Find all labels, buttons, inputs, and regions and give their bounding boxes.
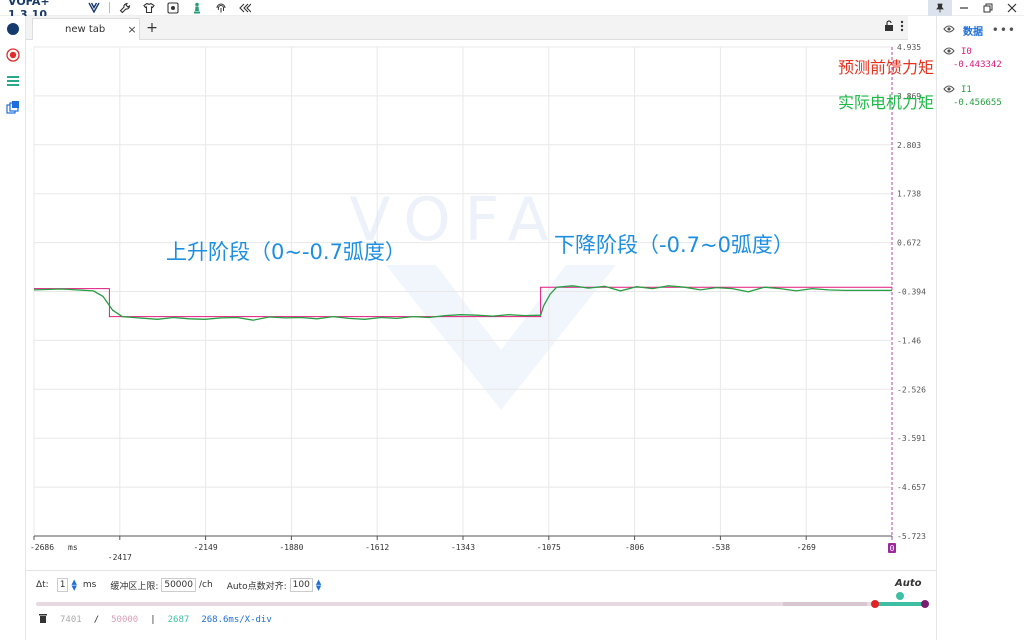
y-tick-label: -1.46 bbox=[897, 336, 921, 345]
menu-icon[interactable] bbox=[0, 68, 26, 94]
chess-pawn-icon[interactable] bbox=[190, 1, 204, 15]
x-tick-label: -1075 bbox=[537, 543, 561, 552]
fingerprint-icon[interactable] bbox=[214, 1, 228, 15]
annotation-actual: 实际电机力矩 bbox=[838, 93, 934, 112]
close-icon[interactable] bbox=[1000, 0, 1024, 16]
tab-close-icon[interactable]: × bbox=[125, 23, 139, 36]
timeline-range bbox=[874, 602, 926, 606]
stat-sep: | bbox=[150, 615, 156, 625]
timeline-window bbox=[783, 602, 867, 606]
add-tab-button[interactable]: + bbox=[144, 18, 160, 38]
timeline-end-handle[interactable] bbox=[921, 600, 929, 608]
y-tick-label: 1.738 bbox=[897, 190, 921, 199]
layers-icon[interactable] bbox=[0, 94, 26, 120]
y-tick-label: 2.803 bbox=[897, 141, 921, 150]
data-panel: 数据 ••• I0 -0.443342 I1 -0.456655 bbox=[936, 16, 1024, 640]
x-tick-label: -1343 bbox=[451, 543, 475, 552]
record-icon[interactable] bbox=[0, 42, 26, 68]
y-tick-label: -2.526 bbox=[897, 385, 926, 394]
y-tick-label: 4.935 bbox=[897, 43, 921, 52]
auto-align-input[interactable]: 100 bbox=[289, 578, 313, 592]
x-tick-label: -1612 bbox=[365, 543, 389, 552]
data-panel-header: 数据 ••• bbox=[937, 16, 1024, 44]
chevrons-left-icon[interactable] bbox=[238, 1, 252, 15]
waveform-chart[interactable]: VOFA4.9353.8692.8031.7380.672-0.394-1.46… bbox=[26, 40, 936, 570]
x-tick-label: -538 bbox=[711, 543, 730, 552]
data-panel-title: 数据 bbox=[963, 26, 983, 38]
connection-dot-icon[interactable] bbox=[0, 16, 26, 42]
stat-count: 7401 bbox=[60, 615, 82, 625]
x-tick-label: -806 bbox=[625, 543, 644, 552]
stat-div: 268.6ms/X-div bbox=[201, 615, 272, 625]
title-bar: VOFA+ 1.3.10 bbox=[0, 0, 1024, 21]
more-vertical-icon[interactable] bbox=[900, 20, 904, 35]
y-tick-label: -5.723 bbox=[897, 532, 926, 541]
dt-unit: ms bbox=[82, 580, 97, 590]
annotation-feedforward: 预测前馈力矩 bbox=[838, 58, 934, 77]
x-tick-label: 0 bbox=[890, 544, 895, 553]
vofa-logo-icon[interactable] bbox=[87, 1, 101, 15]
x-tick-label: -2686 bbox=[30, 543, 54, 552]
channel-name: I1 bbox=[961, 85, 972, 95]
timeline-start-handle[interactable] bbox=[871, 600, 879, 608]
auto-align-stepper-icon[interactable]: ▲ ▼ bbox=[316, 579, 321, 592]
tab-bar: new tab × + bbox=[26, 16, 908, 40]
channel-item[interactable]: I0 -0.443342 bbox=[937, 44, 1024, 82]
auto-toggle[interactable]: Auto bbox=[895, 578, 922, 589]
unlock-icon[interactable] bbox=[884, 20, 894, 35]
annotation-rise: 上升阶段（0~-0.7弧度） bbox=[166, 240, 406, 264]
y-tick-label: 0.672 bbox=[897, 239, 921, 248]
stat-view: 2687 bbox=[167, 615, 190, 625]
x-unit-label: ms bbox=[68, 543, 78, 552]
capture-icon[interactable] bbox=[166, 1, 180, 15]
tab-actions bbox=[884, 20, 904, 35]
restore-icon[interactable] bbox=[976, 0, 1000, 16]
left-sidebar bbox=[0, 16, 26, 640]
tab-label: new tab bbox=[65, 24, 106, 35]
stat-sep: / bbox=[93, 615, 100, 625]
stat-total: 50000 bbox=[111, 615, 139, 625]
sampling-controls: Δt: 1 ▲ ▼ ms 缓冲区上限: 50000 /ch Auto点数对齐: 1… bbox=[36, 577, 327, 593]
dt-stepper-icon[interactable]: ▲ ▼ bbox=[71, 579, 76, 592]
timeline-top-handle[interactable] bbox=[896, 592, 904, 600]
channel-value: -0.456655 bbox=[953, 98, 1002, 108]
more-icon[interactable]: ••• bbox=[992, 23, 1024, 37]
eye-icon[interactable] bbox=[943, 24, 955, 37]
minimize-icon[interactable] bbox=[952, 0, 976, 16]
eye-icon[interactable] bbox=[943, 84, 955, 97]
y-tick-label: -3.591 bbox=[897, 434, 926, 443]
auto-align-label: Auto点数对齐: bbox=[226, 581, 287, 592]
dt-label: Δt: bbox=[36, 580, 49, 590]
tab-new-tab[interactable]: new tab × bbox=[32, 18, 140, 40]
channel-name: I0 bbox=[961, 47, 972, 57]
stat-row: 7401 / 50000 | 2687 268.6ms/X-div bbox=[38, 613, 284, 627]
buffer-unit: /ch bbox=[199, 580, 213, 590]
bottom-bar: Δt: 1 ▲ ▼ ms 缓冲区上限: 50000 /ch Auto点数对齐: 1… bbox=[26, 570, 936, 640]
dt-input[interactable]: 1 bbox=[56, 578, 69, 592]
shirt-icon[interactable] bbox=[142, 1, 156, 15]
window-controls bbox=[928, 0, 1024, 16]
y-tick-label: -4.657 bbox=[897, 483, 926, 492]
annotation-fall: 下降阶段（-0.7~0弧度） bbox=[554, 233, 794, 257]
x-tick-label: -1880 bbox=[279, 543, 303, 552]
buffer-label: 缓冲区上限: bbox=[110, 581, 159, 592]
channel-item[interactable]: I1 -0.456655 bbox=[937, 82, 1024, 120]
eye-icon[interactable] bbox=[943, 46, 955, 59]
y-tick-label: -0.394 bbox=[897, 288, 926, 297]
wrench-icon[interactable] bbox=[118, 1, 132, 15]
x-tick-label: -2149 bbox=[194, 543, 218, 552]
channel-value: -0.443342 bbox=[953, 60, 1002, 70]
pin-icon[interactable] bbox=[928, 0, 952, 16]
trash-icon[interactable] bbox=[38, 613, 48, 627]
x-tick-label: -269 bbox=[797, 543, 816, 552]
x-tick-label: -2417 bbox=[108, 553, 132, 562]
toolbar-divider bbox=[109, 2, 110, 13]
buffer-input[interactable]: 50000 bbox=[161, 578, 196, 592]
